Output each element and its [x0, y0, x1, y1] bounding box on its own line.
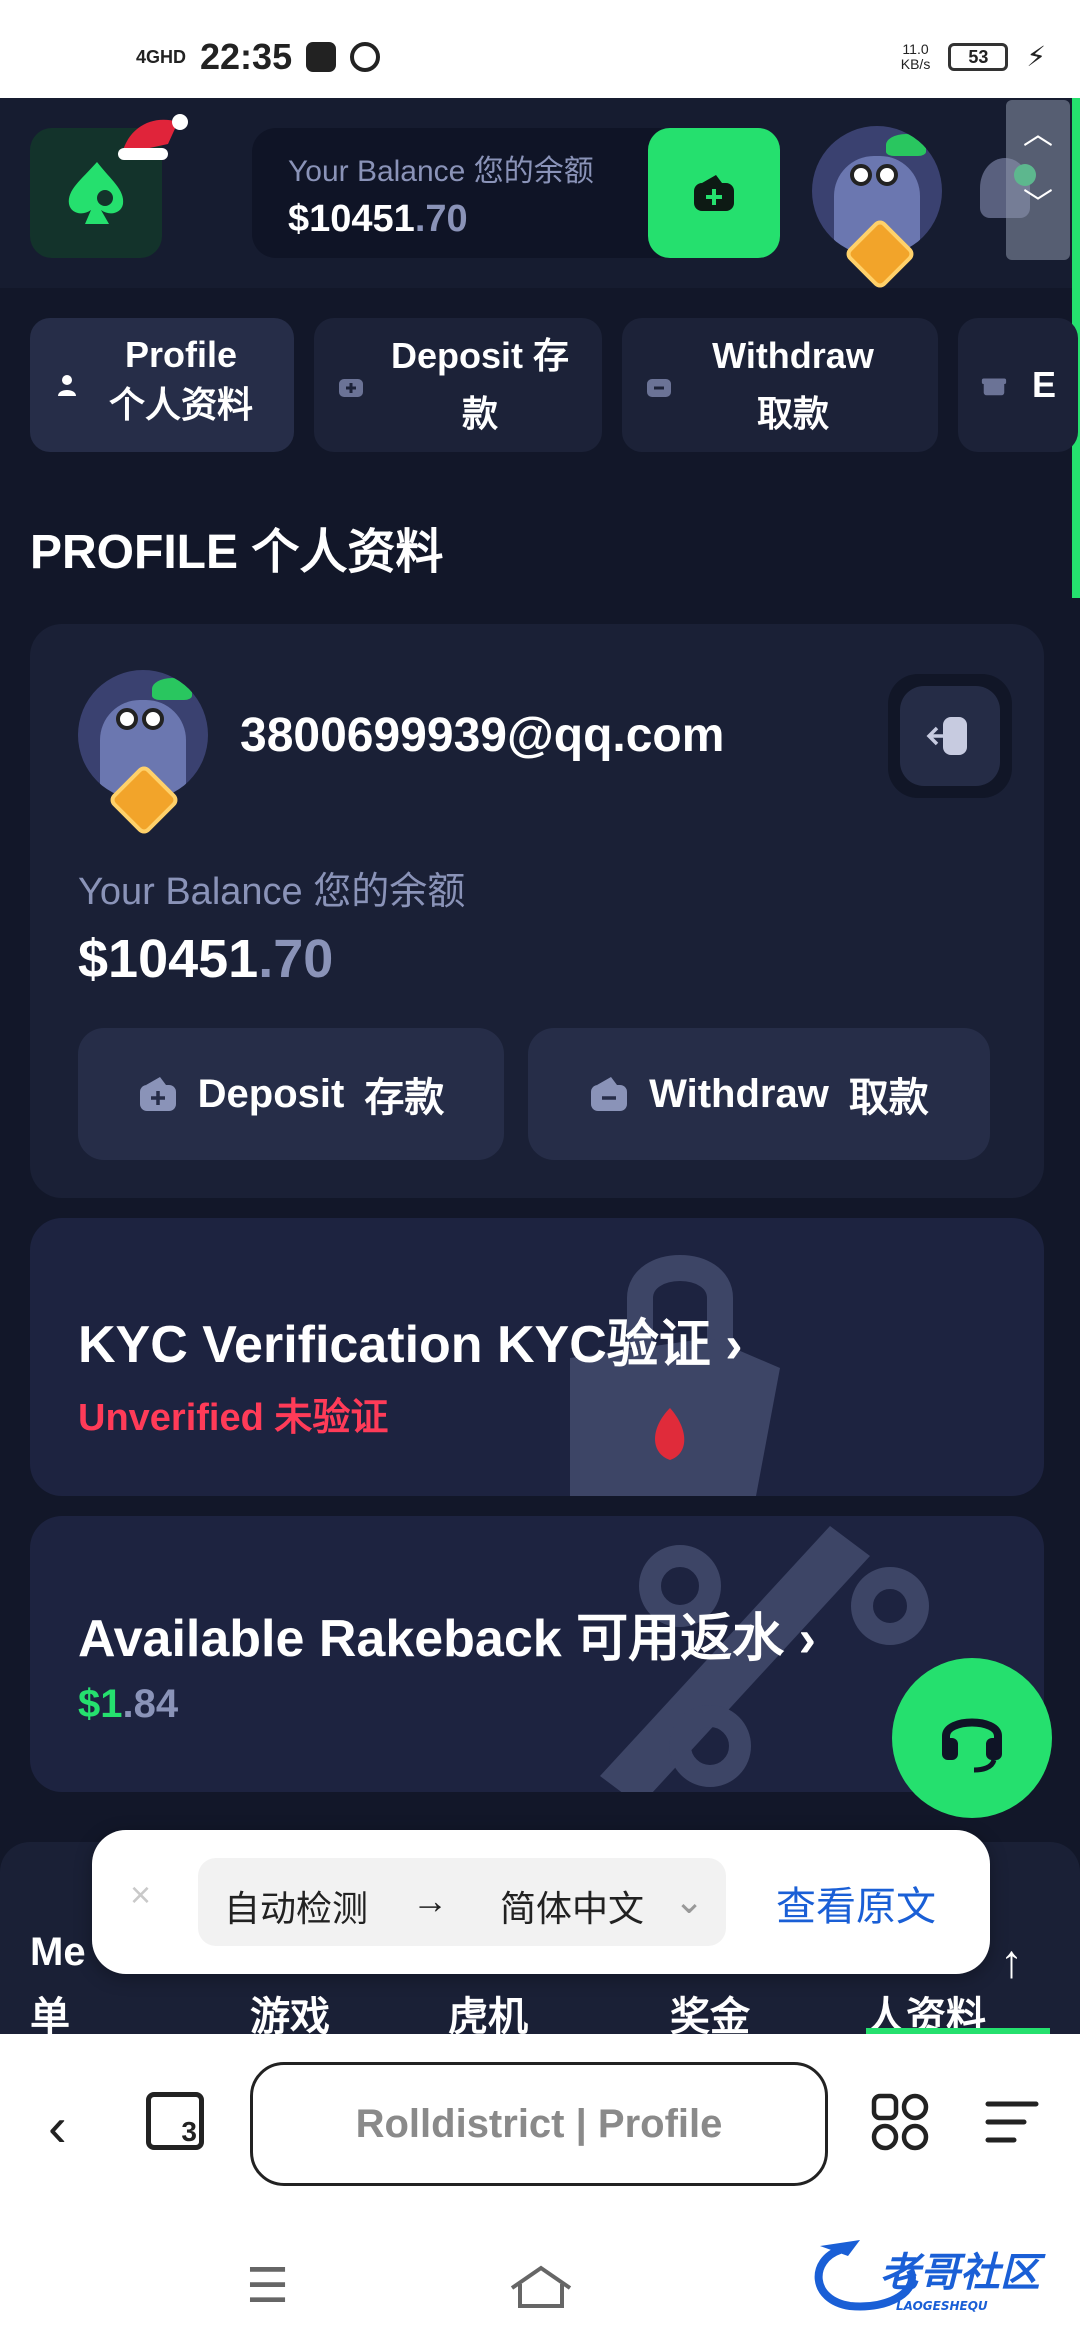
wallet-plus-icon	[694, 175, 734, 211]
rakeback-value: $1.84	[78, 1682, 179, 1726]
battery-indicator: 53	[948, 42, 1009, 71]
rakeback-card[interactable]: Available Rakeback 可用返水 › $1.84	[30, 1516, 1044, 1792]
user-icon	[58, 375, 76, 396]
user-email: 3800699939@qq.com	[240, 709, 725, 762]
profile-card: 3800699939@qq.com Your Balance 您的余额 $104…	[30, 624, 1044, 1198]
clock: 22:35	[200, 36, 293, 77]
tab-more[interactable]: E	[958, 318, 1078, 452]
tab-switcher-button[interactable]: 3	[146, 2092, 204, 2150]
logout-icon	[926, 717, 967, 755]
balance-label: Your Balance 您的余额	[78, 871, 466, 913]
network-speed: 11.0 KB/s	[900, 40, 931, 72]
tab-withdraw[interactable]: Withdraw 取款	[622, 318, 938, 452]
hand-icon	[350, 42, 381, 72]
wallet-minus-icon	[647, 379, 671, 397]
status-bar: 4GHD 22:35 11.0 KB/s 53 ⚡	[0, 0, 1080, 98]
network-indicator: 4GHD	[136, 47, 187, 67]
gift-icon	[981, 378, 1007, 396]
balance-label: Your Balance 您的余额	[288, 155, 594, 188]
charging-icon: ⚡	[1026, 41, 1046, 72]
kyc-status: Unverified 未验证	[78, 1397, 389, 1439]
message-icon	[306, 42, 337, 72]
chevron-down-icon[interactable]: ﹀	[1006, 170, 1070, 240]
view-original-link[interactable]: 查看原文	[776, 1874, 936, 1932]
chevron-down-icon: ⌄	[674, 1880, 705, 1921]
header-balance: Your Balance 您的余额 $10451.70	[252, 128, 682, 258]
withdraw-button[interactable]: Withdraw 取款	[528, 1028, 990, 1160]
chevron-right-icon: ›	[725, 1316, 743, 1374]
app-header: Your Balance 您的余额 $10451.70 ︿ ﹀	[0, 98, 1080, 291]
arrow-up-icon[interactable]: ↑	[1000, 1934, 1023, 1988]
close-icon[interactable]: ×	[130, 1874, 151, 1916]
balance-amount: $10451.70	[78, 929, 334, 989]
language-selector[interactable]: 自动检测 → 简体中文 ⌄	[198, 1858, 726, 1946]
menu-icon[interactable]	[984, 2098, 1040, 2146]
support-chat-button[interactable]	[892, 1658, 1052, 1818]
tab-profile[interactable]: Profile 个人资料	[30, 318, 294, 452]
kyc-card[interactable]: KYC Verification KYC验证 › Unverified 未验证	[30, 1218, 1044, 1496]
headset-icon	[942, 1718, 1002, 1773]
svg-text:老哥社区: 老哥社区	[880, 2250, 1046, 2296]
arrow-right-icon: →	[412, 1880, 448, 1921]
logout-button[interactable]	[888, 674, 1012, 798]
translate-bar: × 自动检测 → 简体中文 ⌄ 查看原文	[92, 1830, 990, 1974]
balance-amount: $10451.70	[288, 198, 468, 240]
deposit-button[interactable]: Deposit 存款	[78, 1028, 504, 1160]
apps-grid-icon[interactable]	[870, 2092, 930, 2152]
watermark-logo: 老哥社区 LAOGESHEQU	[814, 2240, 1046, 2313]
svg-text:LAOGESHEQU: LAOGESHEQU	[896, 2299, 988, 2313]
tab-deposit[interactable]: Deposit 存款	[314, 318, 602, 452]
kyc-title: KYC Verification KYC验证 ›	[78, 1316, 743, 1374]
page-title: PROFILE 个人资料	[30, 526, 444, 579]
wallet-plus-icon	[339, 379, 363, 397]
chevron-up-icon[interactable]: ︿	[1006, 100, 1070, 170]
address-bar[interactable]: Rolldistrict | Profile	[250, 2062, 828, 2186]
scroll-control[interactable]: ︿ ﹀	[1006, 100, 1070, 260]
header-deposit-button[interactable]	[648, 128, 780, 258]
santa-hat-icon	[118, 114, 188, 160]
nav-item-menu[interactable]: Me	[30, 1930, 86, 1975]
profile-tabs: Profile 个人资料 Deposit 存款 Withdraw 取款 E	[30, 318, 1078, 452]
recents-icon[interactable]: ☰	[246, 2258, 289, 2314]
rakeback-title: Available Rakeback 可用返水 ›	[78, 1610, 816, 1668]
home-icon[interactable]	[506, 2262, 576, 2312]
back-icon[interactable]: ‹	[48, 2094, 67, 2159]
wallet-plus-icon	[139, 1077, 176, 1111]
chevron-right-icon: ›	[798, 1610, 816, 1668]
spade-logo-icon	[68, 162, 124, 224]
wallet-minus-icon	[591, 1077, 628, 1111]
